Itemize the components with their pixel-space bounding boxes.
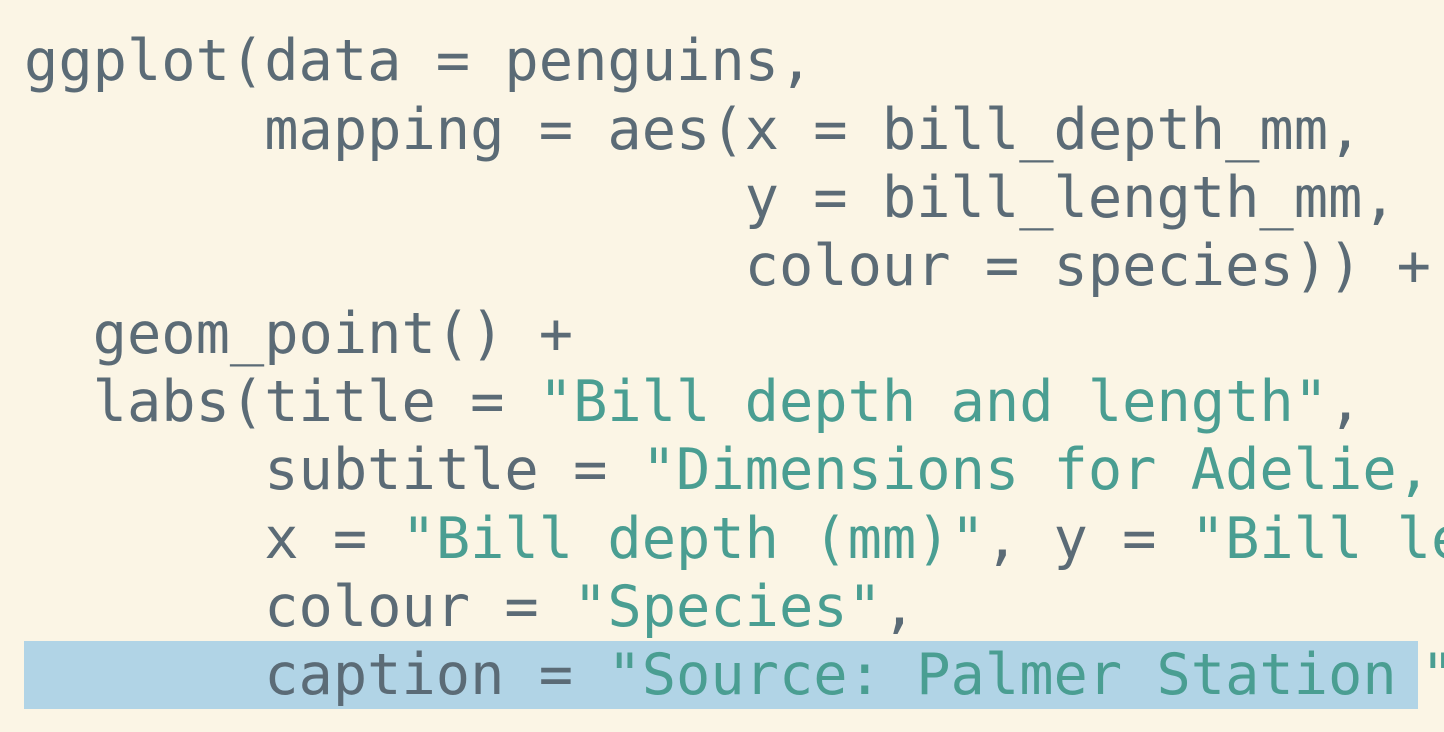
string-literal: "Bill depth and length"	[538, 369, 1329, 435]
string-literal: "Dimensions for Adelie,	[641, 437, 1432, 503]
code-line-2[interactable]: mapping = aes(x = bill_depth_mm,	[24, 96, 1362, 164]
code-text: geom_point() +	[92, 301, 574, 367]
string-literal: "Source: Palmer Station	[607, 642, 1397, 708]
code-text: subtitle =	[264, 437, 642, 503]
code-line-8[interactable]: x = "Bill depth (mm)", y = "Bill le	[24, 505, 1444, 573]
code-editor[interactable]: ggplot(data = penguins, mapping = aes(x …	[0, 0, 1444, 732]
code-text: y = bill_length_mm,	[744, 165, 1397, 231]
string-literal-overflow: "	[1421, 642, 1444, 708]
code-text: ,	[881, 574, 917, 640]
code-line-10-overflow: "	[1421, 641, 1444, 709]
code-line-7[interactable]: subtitle = "Dimensions for Adelie,	[24, 436, 1431, 504]
code-text: x =	[264, 506, 402, 572]
code-text: ggplot(data = penguins,	[24, 28, 814, 94]
code-text: colour = species)) +	[744, 233, 1431, 299]
code-line-9[interactable]: colour = "Species",	[24, 573, 916, 641]
string-literal: "Bill le	[1190, 506, 1444, 572]
code-text: labs(title =	[92, 369, 539, 435]
code-text: colour =	[264, 574, 574, 640]
code-text: mapping = aes(x = bill_depth_mm,	[264, 97, 1363, 163]
code-line-10-selected[interactable]: caption = "Source: Palmer Station	[24, 641, 1418, 709]
code-line-6[interactable]: labs(title = "Bill depth and length",	[24, 368, 1363, 436]
code-line-3[interactable]: y = bill_length_mm,	[24, 164, 1397, 232]
code-text: ,	[1328, 369, 1363, 435]
string-literal: "Bill depth (mm)"	[401, 506, 985, 572]
code-text: , y =	[984, 506, 1191, 572]
code-line-1[interactable]: ggplot(data = penguins,	[24, 27, 813, 95]
code-text: caption =	[264, 642, 608, 708]
code-line-5[interactable]: geom_point() +	[24, 300, 573, 368]
code-line-4[interactable]: colour = species)) +	[24, 232, 1431, 300]
string-literal: "Species"	[573, 574, 882, 640]
